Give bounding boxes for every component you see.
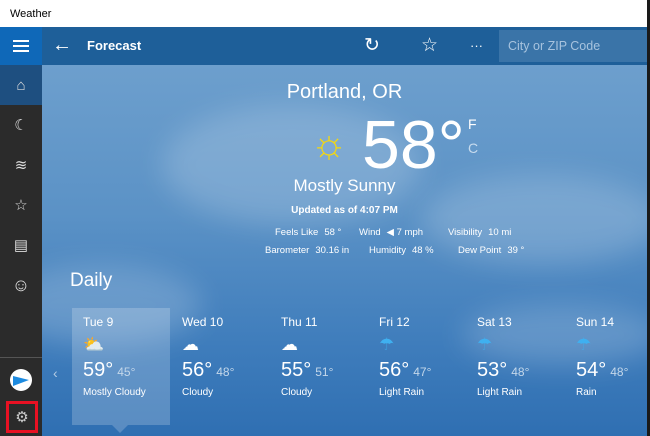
sidebar-item-news[interactable]: ▤ [0,225,42,265]
high-temp: 56° [379,359,410,381]
detail-dew-point: Dew Point 39 ° [458,245,525,256]
refresh-button[interactable]: ↻ [364,34,380,57]
favorite-star-button[interactable]: ☆ [421,34,438,57]
settings-button[interactable]: ⚙ [6,401,38,433]
detail-humidity: Humidity 48 % [369,245,434,256]
low-temp: 47° [413,365,432,379]
sidebar-item-maps[interactable]: ☾ [0,105,42,145]
day-name: Tue 9 [83,315,114,329]
day-forecast-2[interactable]: Thu 11 ☁ 55° 51° Cloudy [281,315,380,398]
sidebar-item-home[interactable]: ⌂ [0,65,42,105]
sidebar: ⌂ ☾ ≋ ☆ ▤ ☺ ⚙ [0,65,42,436]
weather-condition-icon: ☁ [182,335,199,354]
low-temp: 48° [610,365,629,379]
high-temp: 55° [281,359,312,381]
day-forecast-3[interactable]: Fri 12 ☂ 56° 47° Light Rain [379,315,478,398]
detail-wind: Wind ◀ 7 mph [359,227,424,238]
day-forecast-4[interactable]: Sat 13 ☂ 53° 48° Light Rain [477,315,576,398]
weather-condition-icon: ☂ [576,335,592,354]
chart-icon: ≋ [14,157,28,174]
high-temp: 54° [576,359,607,381]
day-condition: Light Rain [379,387,425,398]
detail-visibility: Visibility 10 mi [448,227,512,238]
app-header: ← Forecast ↻ ☆ ··· City or ZIP Code [0,27,647,65]
weather-condition-icon: ☂ [477,335,493,354]
day-name: Thu 11 [281,315,318,329]
sidebar-item-favorites[interactable]: ☆ [0,185,42,225]
sunny-icon: ☼ [310,122,348,166]
sidebar-divider [0,357,42,358]
daily-heading: Daily [70,270,113,291]
smiley-icon: ☺ [11,274,31,295]
page-title: Forecast [87,38,142,53]
current-temperature: 58° [362,107,465,183]
weather-condition-icon: ⛅ [83,335,105,354]
low-temp: 45° [117,365,136,379]
updated-time: Updated as of 4:07 PM [291,205,398,216]
star-list-icon: ☆ [14,197,28,214]
day-name: Wed 10 [182,315,224,329]
home-icon: ⌂ [16,76,26,94]
day-forecast-5[interactable]: Sun 14 ☂ 54° 48° Rain [576,315,647,398]
unit-fahrenheit[interactable]: F [468,116,477,132]
maps-icon: ☾ [14,117,28,134]
app-logo-icon[interactable] [10,369,32,391]
high-temp: 59° [83,359,114,381]
forecast-panel: Portland, OR ☼ 58° F C Mostly Sunny Upda… [42,65,647,436]
day-condition: Mostly Cloudy [83,387,146,398]
day-name: Sun 14 [576,315,615,329]
day-forecast-0[interactable]: Tue 9 ⛅ 59° 45° Mostly Cloudy [83,315,182,398]
low-temp: 51° [315,365,334,379]
weather-condition-icon: ☂ [379,335,395,354]
high-temp: 56° [182,359,213,381]
location-name: Portland, OR [286,81,403,103]
current-condition: Mostly Sunny [293,176,396,195]
back-button[interactable]: ← [52,34,72,57]
detail-barometer: Barometer 30.16 in [265,245,350,256]
hamburger-menu-button[interactable] [0,27,42,65]
day-name: Fri 12 [379,315,410,329]
sidebar-item-historical-weather[interactable]: ≋ [0,145,42,185]
window-title: Weather [0,0,647,27]
day-name: Sat 13 [477,315,512,329]
hamburger-icon [13,45,29,47]
low-temp: 48° [216,365,235,379]
unit-celsius[interactable]: C [468,140,478,156]
news-icon: ▤ [13,237,29,254]
day-condition: Light Rain [477,387,523,398]
high-temp: 53° [477,359,508,381]
day-condition: Rain [576,387,597,398]
sidebar-item-feedback[interactable]: ☺ [0,265,42,305]
day-condition: Cloudy [281,387,313,398]
low-temp: 48° [511,365,530,379]
weather-condition-icon: ☁ [281,335,298,354]
search-input[interactable]: City or ZIP Code [499,30,647,62]
gear-icon: ⚙ [15,409,29,426]
more-button[interactable]: ··· [470,38,483,53]
detail-feels-like: Feels Like 58 ° [275,227,342,238]
day-forecast-1[interactable]: Wed 10 ☁ 56° 48° Cloudy [182,315,281,398]
previous-days-button[interactable]: ‹ [53,365,58,381]
day-condition: Cloudy [182,387,214,398]
